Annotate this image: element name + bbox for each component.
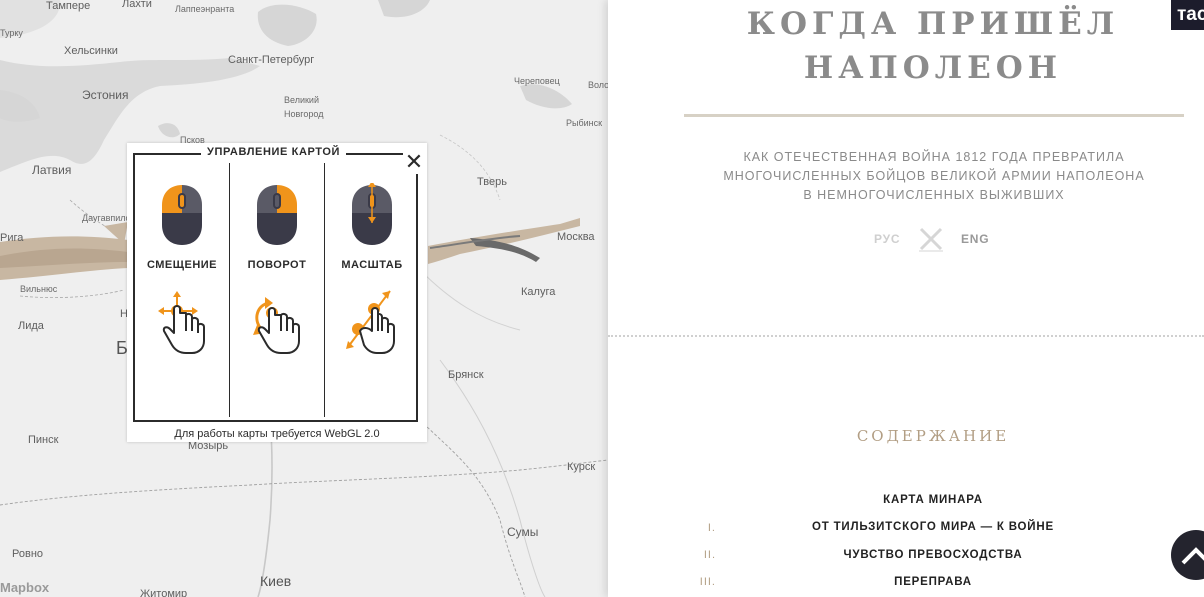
- title-line: НАПОЛЕОН: [803, 50, 1063, 86]
- city-label: Хельсинки: [64, 45, 118, 57]
- city-label: Санкт-Петербург: [228, 54, 315, 66]
- control-label: ПОВОРОТ: [247, 259, 307, 271]
- lang-en-link[interactable]: ENG: [961, 232, 989, 246]
- mouse-left-click-icon: [162, 185, 202, 245]
- section-divider: [608, 335, 1204, 337]
- city-label: Турку: [0, 28, 23, 38]
- page-title: КОГДА ПРИШЁЛ НАПОЛЕОН: [608, 2, 1204, 90]
- title-line: КОГДА ПРИШЁЛ: [746, 6, 1120, 42]
- subtitle-line: МНОГОЧИСЛЕННЫХ БОЙЦОВ ВЕЛИКОЙ АРМИИ НАПО…: [723, 169, 1145, 183]
- toc-item[interactable]: ЧУВСТВО ПРЕВОСХОДСТВА: [758, 549, 1108, 561]
- toc-number: III.: [699, 576, 716, 588]
- city-label: Рига: [0, 232, 24, 244]
- city-label: Житомир: [140, 588, 188, 597]
- city-label: Великий Новгород: [284, 95, 324, 119]
- toc-item[interactable]: ОТ ТИЛЬЗИТСКОГО МИРА — К ВОЙНЕ: [758, 521, 1108, 533]
- chevron-up-icon: [1181, 547, 1204, 565]
- toc-number: II.: [703, 549, 716, 561]
- city-label: Череповец: [514, 76, 560, 86]
- city-label: Киев: [260, 573, 292, 589]
- mouse-scroll-icon: [352, 183, 392, 245]
- city-label: Тверь: [477, 176, 507, 188]
- city-label: Латвия: [32, 163, 72, 177]
- city-label: Тампере: [46, 0, 91, 12]
- toc-item[interactable]: КАРТА МИНАРА: [758, 494, 1108, 506]
- toc-number: I.: [707, 522, 716, 534]
- city-label: Лахти: [122, 0, 152, 10]
- popup-title: УПРАВЛЕНИЕ КАРТОЙ: [201, 146, 346, 158]
- map-controls-popup: УПРАВЛЕНИЕ КАРТОЙ ✕ СМЕЩЕНИЕ ПОВОРОТ МАС…: [127, 143, 427, 442]
- city-label: Пинск: [28, 434, 59, 446]
- city-label: Вильнюс: [20, 284, 58, 294]
- control-pan: СМЕЩЕНИЕ: [135, 183, 229, 355]
- city-label: Ровно: [12, 548, 44, 560]
- map-canvas[interactable]: Тампере Лахти Лаппеэнранта Хельсинки Сан…: [0, 0, 608, 597]
- control-rotate: ПОВОРОТ: [230, 183, 324, 355]
- contents-heading: СОДЕРЖАНИЕ: [856, 427, 1010, 445]
- city-label: Даугавпилс: [82, 213, 131, 223]
- city-label: Эстония: [82, 88, 129, 102]
- hand-rotate-icon: [253, 297, 300, 354]
- hand-pan-icon: [158, 291, 205, 354]
- control-label: СМЕЩЕНИЕ: [146, 259, 218, 271]
- control-zoom: МАСШТАБ: [325, 183, 419, 355]
- city-label: Москва: [557, 231, 595, 243]
- lang-switch-icon[interactable]: [917, 225, 945, 253]
- toc-item[interactable]: ПЕРЕПРАВА: [758, 576, 1108, 588]
- subtitle-line: КАК ОТЕЧЕСТВЕННАЯ ВОЙНА 1812 ГОДА ПРЕВРА…: [743, 150, 1125, 164]
- webgl-notice: Для работы карты требуется WebGL 2.0: [174, 428, 380, 440]
- lang-ru-link[interactable]: РУС: [874, 232, 900, 246]
- city-label: Брянск: [448, 369, 484, 381]
- subtitle-line: В НЕМНОГОЧИСЛЕННЫХ ВЫЖИВШИХ: [803, 188, 1065, 202]
- story-panel: тас КОГДА ПРИШЁЛ НАПОЛЕОН КАК ОТЕЧЕСТВЕН…: [608, 0, 1204, 597]
- page-subtitle: КАК ОТЕЧЕСТВЕННАЯ ВОЙНА 1812 ГОДА ПРЕВРА…: [684, 148, 1184, 205]
- close-icon[interactable]: ✕: [403, 151, 425, 174]
- city-label: Вологда: [588, 80, 608, 90]
- city-label: Лаппеэнранта: [175, 4, 235, 14]
- city-label: Сумы: [507, 525, 539, 539]
- city-label: Рыбинск: [566, 118, 603, 128]
- city-label: Калуга: [521, 286, 556, 298]
- control-label: МАСШТАБ: [341, 259, 403, 271]
- mouse-right-click-icon: [257, 185, 297, 245]
- city-label: Лида: [18, 320, 44, 332]
- mapbox-attribution[interactable]: Mapbox: [0, 580, 49, 595]
- title-divider: [684, 114, 1184, 117]
- city-label: Курск: [567, 461, 596, 473]
- scroll-up-button[interactable]: [1171, 530, 1204, 580]
- hand-pinch-icon: [346, 290, 395, 354]
